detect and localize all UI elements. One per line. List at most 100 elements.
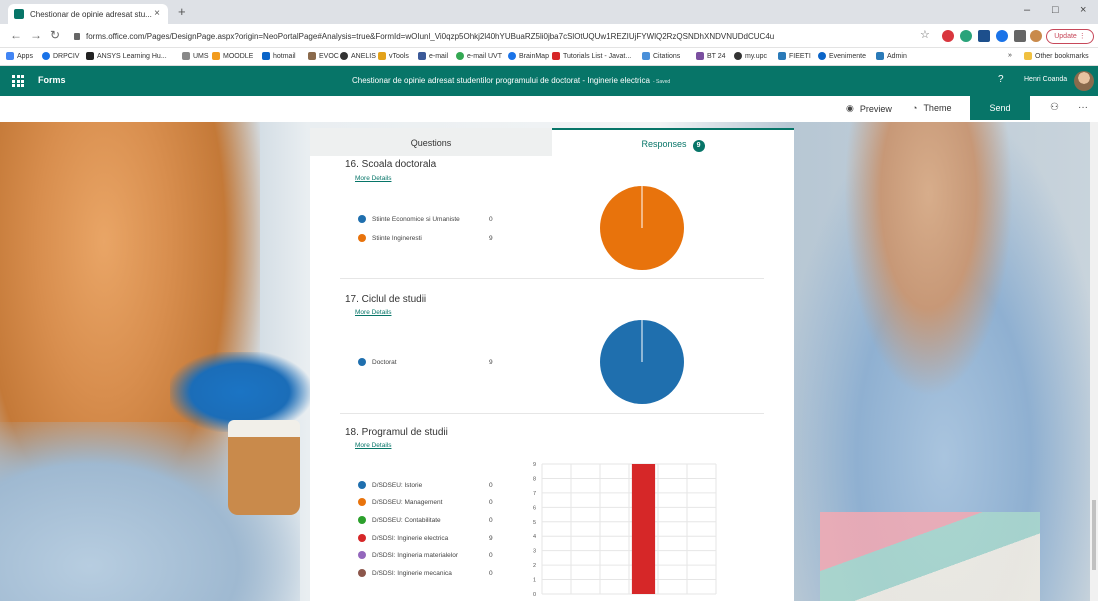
bookmark-label: UMS: [193, 52, 209, 60]
bookmarks-overflow-button[interactable]: »: [1008, 52, 1012, 59]
bookmark-item[interactable]: ANSYS Learning Hu...: [86, 52, 167, 60]
edge-icon: [818, 52, 826, 60]
extension-icon[interactable]: [960, 30, 972, 42]
question-title: 16. Scoala doctorala: [345, 159, 437, 170]
ums-icon: [182, 52, 190, 60]
bookmark-item[interactable]: vTools: [378, 52, 409, 60]
bookmark-item[interactable]: Citations: [642, 52, 680, 60]
bookmark-label: Apps: [17, 52, 33, 60]
bookmark-item[interactable]: Evenimente: [818, 52, 866, 60]
legend-label: Stiinte Ingineresti: [372, 234, 422, 242]
more-details-link[interactable]: More Details: [355, 309, 391, 316]
scrollbar-thumb[interactable]: [1092, 500, 1096, 570]
bookmark-item[interactable]: MOODLE: [212, 52, 253, 60]
legend-item: D/SDSEU: Contabilitate 0: [358, 516, 501, 524]
url-text: forms.office.com/Pages/DesignPage.aspx?o…: [86, 31, 775, 41]
puzzle-icon[interactable]: [1014, 30, 1026, 42]
legend-label: D/SDSEU: Istorie: [372, 481, 423, 489]
bookmark-item[interactable]: Apps: [6, 52, 33, 60]
legend-count: 9: [489, 358, 493, 366]
close-window-button[interactable]: ×: [1080, 4, 1086, 16]
extension-icon[interactable]: [942, 30, 954, 42]
url-field[interactable]: forms.office.com/Pages/DesignPage.aspx?o…: [74, 27, 854, 45]
bookmark-label: Admin: [887, 52, 907, 60]
legend-label: D/SDSI: Inginerie electrica: [372, 534, 449, 542]
responses-count-badge: 9: [692, 140, 705, 152]
legend-swatch: [358, 534, 366, 542]
reload-icon[interactable]: ↻: [50, 28, 60, 42]
new-tab-button[interactable]: +: [178, 4, 186, 19]
bookmark-item[interactable]: BrainMap: [508, 52, 549, 60]
bookmark-item[interactable]: Admin: [876, 52, 907, 60]
globe-icon: [340, 52, 348, 60]
bookmark-item[interactable]: DRPCIV: [42, 52, 79, 60]
mail-icon: [418, 52, 426, 60]
bookmark-item[interactable]: my.upc: [734, 52, 767, 60]
send-button[interactable]: Send: [970, 96, 1030, 120]
user-name[interactable]: Henri Coanda: [1024, 76, 1067, 83]
bookmark-item[interactable]: ANELIS: [340, 52, 376, 60]
legend-count: 0: [489, 215, 493, 223]
bookmark-item[interactable]: e-mail UVT: [456, 52, 502, 60]
legend-count: 0: [489, 516, 493, 524]
extension-icon[interactable]: [978, 30, 990, 42]
background-papers: [820, 512, 1040, 601]
more-details-link[interactable]: More Details: [355, 442, 391, 449]
globe-icon: [42, 52, 50, 60]
legend-label: D/SDSEU: Management: [372, 498, 443, 506]
bookmark-item[interactable]: hotmail: [262, 52, 296, 60]
browser-tab[interactable]: Chestionar de opinie adresat stu... ×: [8, 4, 168, 24]
tab-questions[interactable]: Questions: [310, 128, 552, 156]
form-title-text: Chestionar de opinie adresat studentilor…: [352, 76, 650, 85]
bookmark-label: ANELIS: [351, 52, 376, 60]
theme-label: Theme: [923, 103, 952, 113]
bookmarks-bar: Apps DRPCIV ANSYS Learning Hu... UMS MOO…: [0, 48, 1098, 66]
update-label: Update: [1054, 33, 1077, 40]
tab-responses-label: Responses: [641, 139, 687, 149]
bookmark-item[interactable]: Tutorials List - Javat...: [552, 52, 631, 60]
preview-button[interactable]: ◉ Preview: [846, 103, 892, 114]
more-options-button[interactable]: ···: [1078, 102, 1088, 113]
tutorials-icon: [552, 52, 560, 60]
legend-item: Stiinte Economice si Umaniste 0: [358, 215, 501, 223]
admin-icon: [876, 52, 884, 60]
y-tick-label: 1: [533, 578, 536, 584]
theme-button[interactable]: ◔ Theme: [912, 103, 951, 113]
browser-tab-bar: Chestionar de opinie adresat stu... × + …: [0, 0, 1098, 24]
maximize-button[interactable]: □: [1052, 4, 1059, 16]
legend-swatch: [358, 551, 366, 559]
question-title: 18. Programul de studii: [345, 427, 448, 438]
address-bar: ← → ↻ forms.office.com/Pages/DesignPage.…: [0, 24, 1098, 48]
extension-icon[interactable]: [996, 30, 1008, 42]
bookmark-item[interactable]: e-mail: [418, 52, 448, 60]
legend-label: Doctorat: [372, 358, 397, 366]
bookmark-item[interactable]: EVOC: [308, 52, 339, 60]
ansys-icon: [86, 52, 94, 60]
legend-swatch: [358, 569, 366, 577]
share-people-icon[interactable]: ⚇: [1050, 102, 1059, 113]
star-icon[interactable]: ☆: [920, 28, 930, 41]
legend-swatch: [358, 358, 366, 366]
profile-icon[interactable]: [1030, 30, 1042, 42]
other-bookmarks[interactable]: Other bookmarks: [1024, 52, 1089, 60]
y-tick-label: 0: [533, 592, 536, 598]
tab-close-icon[interactable]: ×: [154, 8, 160, 19]
minimize-button[interactable]: –: [1024, 4, 1030, 16]
app-launcher-icon[interactable]: [12, 75, 24, 87]
update-button[interactable]: Update ⋮: [1046, 29, 1094, 44]
legend-swatch: [358, 516, 366, 524]
bookmark-label: e-mail: [429, 52, 449, 60]
bookmark-item[interactable]: FIEETI: [778, 52, 811, 60]
forward-arrow-icon[interactable]: →: [30, 28, 42, 42]
help-button[interactable]: ?: [998, 74, 1004, 85]
tab-responses[interactable]: Responses 9: [552, 128, 794, 156]
bookmark-item[interactable]: UMS: [182, 52, 209, 60]
forms-app-bar: Forms Chestionar de opinie adresat stude…: [0, 66, 1098, 96]
legend-count: 0: [489, 551, 493, 559]
bookmark-item[interactable]: BT 24: [696, 52, 726, 60]
avatar[interactable]: [1074, 71, 1094, 91]
forms-brand[interactable]: Forms: [38, 75, 66, 85]
more-details-link[interactable]: More Details: [355, 175, 391, 182]
y-tick-label: 7: [533, 491, 536, 497]
back-arrow-icon[interactable]: ←: [10, 28, 22, 42]
